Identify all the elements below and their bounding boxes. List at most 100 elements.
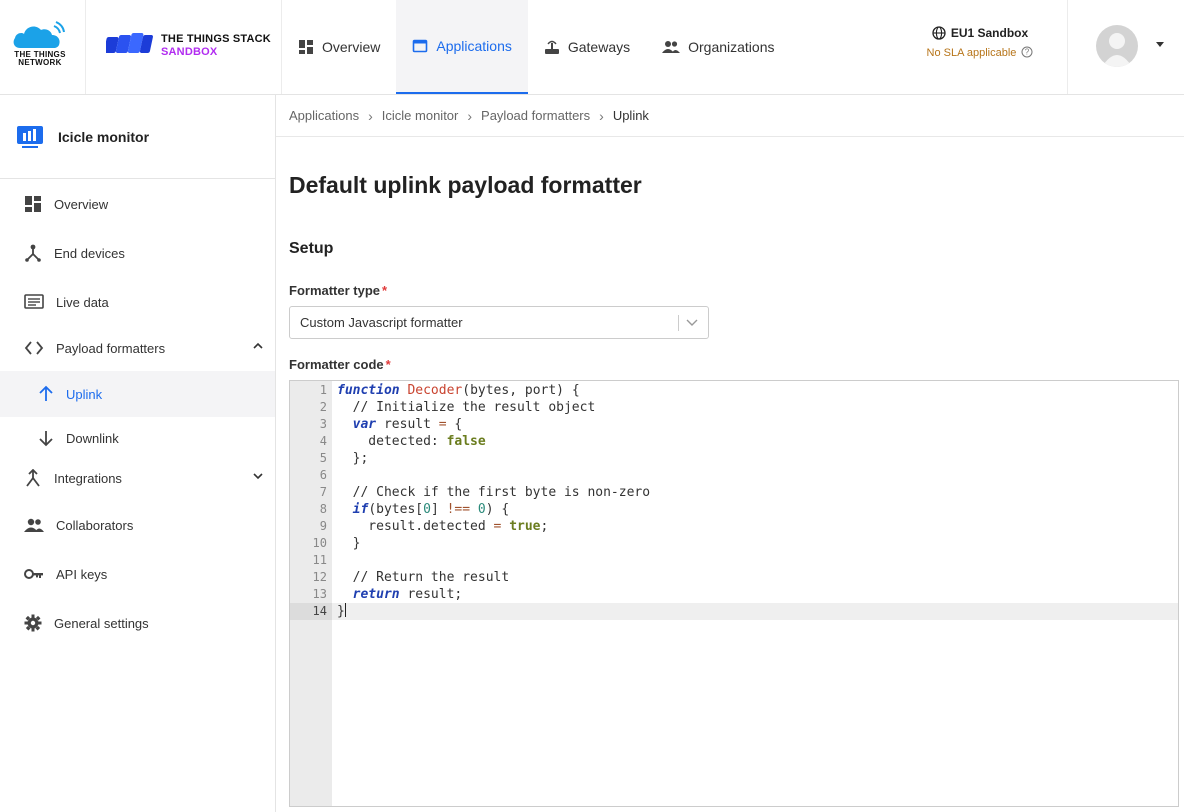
sidebar-item-end-devices[interactable]: End devices [0,231,275,275]
code-line[interactable]: 9 result.detected = true; [290,518,1178,535]
nav-overview[interactable]: Overview [282,0,396,94]
line-number: 8 [319,502,327,516]
ttn-logo-text-2: NETWORK [18,58,62,67]
chevron-right-icon: › [467,107,473,124]
section-title: Setup [289,240,334,257]
device-hub-icon [25,244,41,262]
merge-icon [26,469,40,487]
code-token: if [352,502,369,517]
sidebar-item-label: Downlink [66,430,119,446]
formatter-type-label: Formatter type * [289,283,387,298]
nav-applications[interactable]: Applications [396,0,528,94]
line-number: 1 [319,383,327,397]
code-line[interactable]: 7 // Check if the first byte is non-zero [290,484,1178,501]
code-text: } [337,536,361,551]
sidebar-item-collaborators[interactable]: Collaborators [0,503,275,547]
line-number: 14 [290,603,332,620]
code-line-active[interactable]: 14 } [290,603,1178,620]
stack-logo-icon [106,33,153,53]
dashboard-icon [299,40,313,54]
line-number: 12 [312,570,327,584]
formatter-type-select[interactable]: Custom Javascript formatter [289,306,709,339]
sidebar-item-live-data[interactable]: Live data [0,280,275,324]
sla-notice[interactable]: No SLA applicable ? [900,46,1060,59]
chevron-down-icon[interactable] [1156,42,1164,47]
sidebar-item-downlink[interactable]: Downlink [0,416,275,460]
code-text: } [337,604,345,619]
sidebar: Icicle monitor Overview End devices Live… [0,95,276,812]
code-line[interactable]: 4 detected: false [290,433,1178,450]
list-screen-icon [24,294,44,309]
code-text: // Return the result [337,570,510,585]
sidebar-item-label: General settings [54,615,149,631]
sidebar-item-label: End devices [54,245,125,261]
breadcrumb-payload-formatters[interactable]: Payload formatters [481,108,590,123]
code-line[interactable]: 1 function Decoder(bytes, port) { [290,382,1178,399]
chevron-down-icon[interactable] [686,317,698,327]
code-token: !== [446,502,471,517]
line-number: 9 [319,519,327,533]
sidebar-item-label: Overview [54,196,109,212]
code-line[interactable]: 3 var result = { [290,416,1178,433]
sidebar-item-overview[interactable]: Overview [0,182,275,226]
avatar[interactable] [1096,25,1138,67]
line-number: 4 [319,434,327,448]
line-number: 7 [319,485,327,499]
nav-organizations[interactable]: Organizations [646,0,790,94]
arrow-up-icon [39,385,53,401]
line-number: 11 [312,553,327,567]
code-line[interactable]: 2 // Initialize the result object [290,399,1178,416]
formatter-code-label: Formatter code * [289,357,391,372]
code-line[interactable]: 6 [290,467,1178,484]
sidebar-item-label: API keys [56,566,108,582]
sidebar-item-api-keys[interactable]: API keys [0,552,275,596]
tts-sandbox-logo[interactable]: THE THINGS STACK SANDBOX [106,28,276,68]
sidebar-item-general-settings[interactable]: General settings [0,601,275,645]
sidebar-item-label: Uplink [66,386,103,402]
code-token: 0 [423,502,431,517]
nav-overview-label: Overview [322,39,381,55]
code-line[interactable]: 10 } [290,535,1178,552]
code-text: // Initialize the result object [337,400,596,415]
main-nav: Overview Applications Gateways Organizat… [281,0,791,94]
cluster-selector[interactable]: EU1 Sandbox No SLA applicable ? [900,26,1060,59]
required-mark: * [382,283,388,298]
line-number: 3 [319,417,327,431]
code-line[interactable]: 11 [290,552,1178,569]
code-text: // Check if the first byte is non-zero [337,485,651,500]
chevron-down-icon[interactable] [253,472,263,480]
line-number: 2 [319,400,327,414]
app-header: Icicle monitor [0,95,275,179]
svg-text:?: ? [1025,48,1030,57]
help-icon[interactable]: ? [1021,46,1033,58]
chevron-right-icon: › [599,107,604,124]
code-text: }; [337,451,369,466]
code-editor[interactable]: 1 function Decoder(bytes, port) { 2 // I… [289,380,1179,807]
people-icon [662,41,681,53]
code-line[interactable]: 5 }; [290,450,1178,467]
code-token: Decoder [407,383,463,398]
code-line[interactable]: 13 return result; [290,586,1178,603]
page-title: Default uplink payload formatter [289,172,642,198]
text-cursor [344,603,346,617]
breadcrumb-applications[interactable]: Applications [289,108,359,123]
user-menu[interactable] [1067,0,1184,94]
sidebar-item-payload-formatters[interactable]: Payload formatters [0,326,275,370]
code-token: 0 [477,502,486,517]
chevron-up-icon[interactable] [253,342,263,350]
sidebar-item-uplink[interactable]: Uplink [0,371,275,417]
required-mark: * [385,357,391,372]
stack-subtitle: SANDBOX [161,46,218,58]
code-line[interactable]: 12 // Return the result [290,569,1178,586]
formatter-type-value: Custom Javascript formatter [300,315,463,330]
line-number: 5 [319,451,327,465]
code-line[interactable]: 8 if(bytes[0] !== 0) { [290,501,1178,518]
ttn-logo[interactable]: THE THINGS NETWORK [0,0,86,94]
nav-gateways-label: Gateways [567,39,631,55]
sla-text: No SLA applicable [926,47,1017,59]
sidebar-item-label: Collaborators [56,517,134,533]
code-icon [24,341,44,355]
breadcrumb-app[interactable]: Icicle monitor [382,108,459,123]
sidebar-item-integrations[interactable]: Integrations [0,456,275,500]
nav-gateways[interactable]: Gateways [528,0,646,94]
